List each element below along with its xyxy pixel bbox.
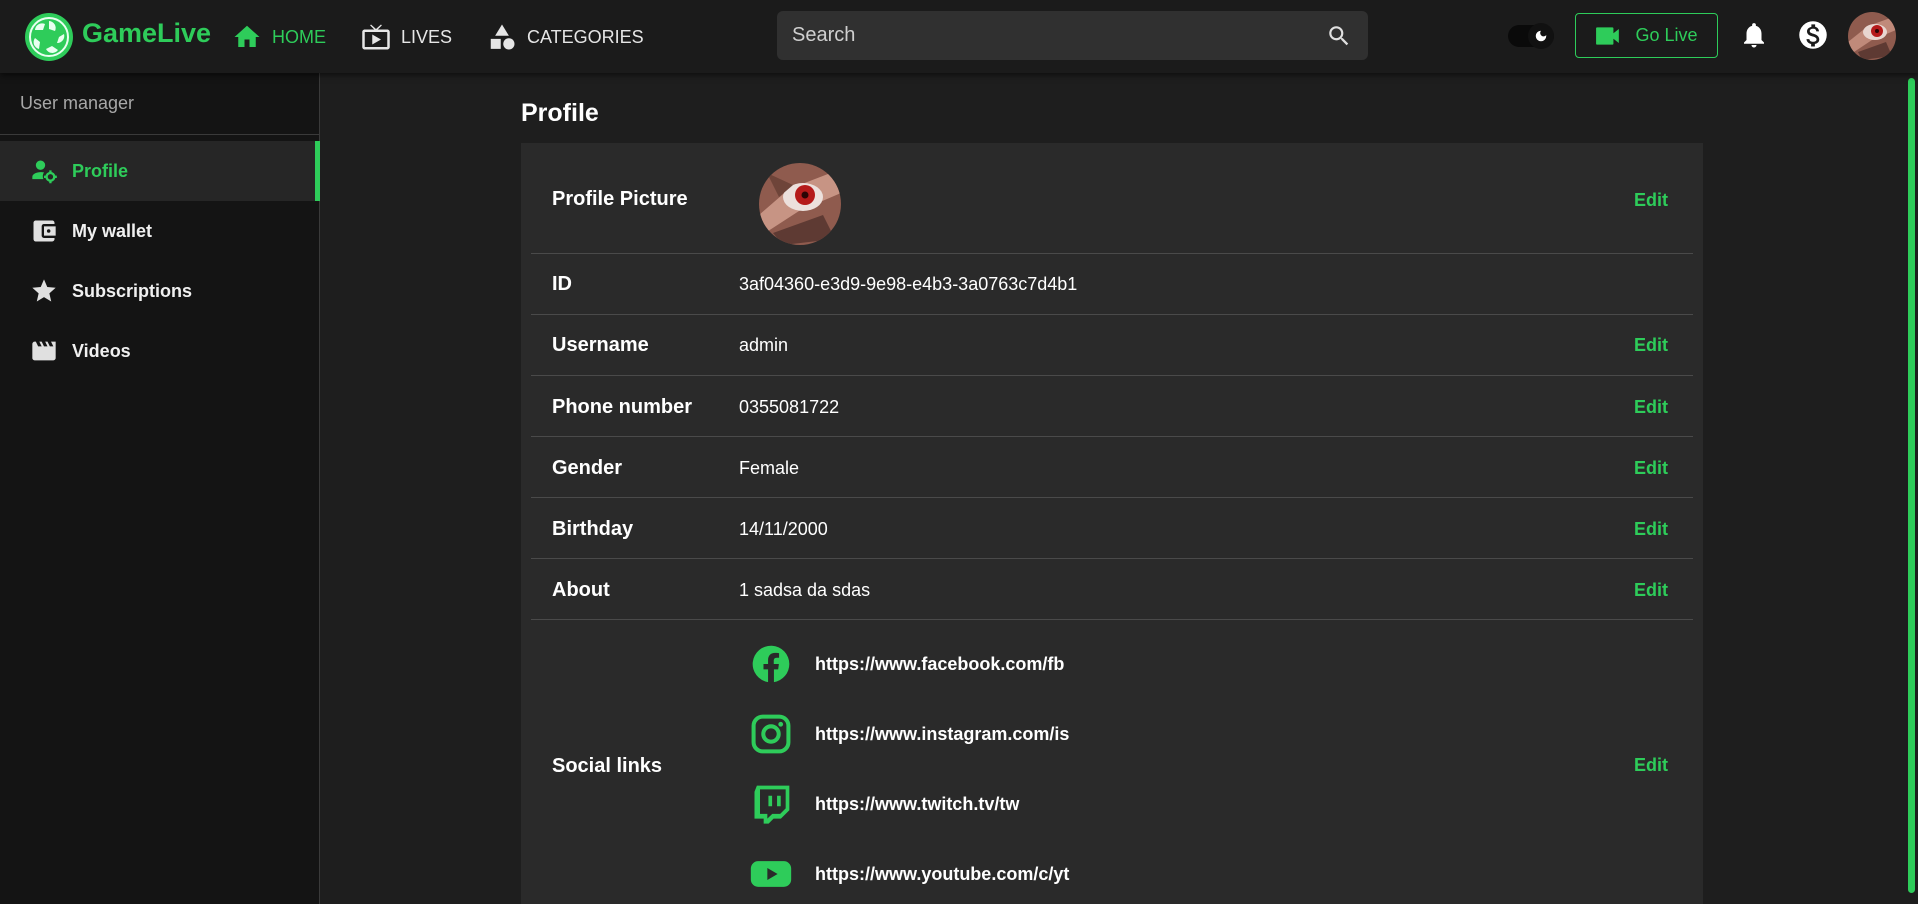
social-links-row: Social links https://www.facebook.com/fb… [531,620,1693,904]
go-live-button[interactable]: Go Live [1575,13,1718,58]
bell-icon[interactable] [1739,20,1769,50]
edit-profile-picture-link[interactable]: Edit [1634,190,1668,211]
sidebar-item-videos[interactable]: Videos [0,321,320,381]
phone-value: 0355081722 [739,397,840,417]
sidebar-item-wallet[interactable]: My wallet [0,201,320,261]
social-link-instagram[interactable]: https://www.instagram.com/is [749,711,1069,757]
search-icon[interactable] [1326,23,1352,49]
sidebar-divider [0,134,320,135]
search-bar [777,11,1368,60]
page-title: Profile [521,99,599,127]
gamelive-logo-icon[interactable] [24,12,74,62]
facebook-icon [752,645,790,683]
profile-card: Profile Picture Edit ID 3af04360-e3d9-9e… [521,143,1703,904]
social-link-facebook[interactable]: https://www.facebook.com/fb [749,641,1064,687]
edit-username-link[interactable]: Edit [1634,335,1668,356]
birthday-label: Birthday [552,518,634,540]
tv-icon [362,24,390,50]
clapperboard-icon [32,341,56,361]
nav-lives-label: LIVES [401,26,453,47]
sidebar-item-subscriptions[interactable]: Subscriptions [0,261,320,321]
sidebar-item-label: My wallet [72,220,153,241]
nav-home-label: HOME [272,26,326,47]
id-label: ID [552,273,572,295]
sidebar-title: User manager [20,93,135,113]
social-link-twitch[interactable]: https://www.twitch.tv/tw [749,781,1019,827]
profile-picture[interactable] [759,163,841,245]
nav-categories[interactable]: CATEGORIES [487,22,644,52]
gender-label: Gender [552,457,623,479]
sidebar-item-label: Videos [72,340,131,361]
birthday-value: 14/11/2000 [739,519,828,539]
user-gear-icon [32,160,57,184]
sidebar: User manager Profile My wallet Subscript… [0,73,320,904]
edit-gender-link[interactable]: Edit [1634,458,1668,479]
youtube-url: https://www.youtube.com/c/yt [815,863,1070,884]
edit-about-link[interactable]: Edit [1634,580,1668,601]
search-input[interactable] [777,11,1317,60]
about-value: 1 sadsa da sdas [739,580,871,600]
twitch-url: https://www.twitch.tv/tw [815,793,1020,814]
sidebar-item-label: Profile [72,160,129,181]
phone-row: Phone number 0355081722 Edit [531,376,1693,437]
birthday-row: Birthday 14/11/2000 Edit [531,498,1693,559]
instagram-icon [751,714,791,754]
edit-phone-link[interactable]: Edit [1634,397,1668,418]
shapes-icon [490,24,515,50]
twitch-icon [754,785,790,824]
user-avatar[interactable] [1848,12,1896,60]
moon-icon [1528,23,1554,49]
username-value: admin [739,335,789,355]
brand-name[interactable]: GameLive [82,18,211,49]
edit-social-links-link[interactable]: Edit [1634,755,1668,776]
gender-value: Female [739,458,800,478]
profile-picture-label: Profile Picture [552,188,688,210]
profile-picture-row: Profile Picture Edit [531,143,1693,254]
id-value: 3af04360-e3d9-9e98-e4b3-3a0763c7d4b1 [739,274,1078,294]
sidebar-item-label: Subscriptions [72,280,193,301]
phone-label: Phone number [552,396,693,418]
home-icon [234,25,260,47]
sidebar-item-profile[interactable]: Profile [0,141,320,201]
youtube-icon [750,861,792,887]
top-navbar: GameLive HOME LIVES CATEGORIES Go Live [0,0,1918,73]
username-label: Username [552,334,649,356]
video-camera-icon [1596,26,1620,45]
edit-birthday-link[interactable]: Edit [1634,519,1668,540]
id-row: ID 3af04360-e3d9-9e98-e4b3-3a0763c7d4b1 [531,254,1693,315]
nav-lives[interactable]: LIVES [361,22,452,52]
nav-home[interactable]: HOME [232,22,326,52]
go-live-label: Go Live [1635,25,1698,45]
instagram-url: https://www.instagram.com/is [815,723,1070,744]
wallet-icon [33,220,56,242]
social-link-youtube[interactable]: https://www.youtube.com/c/yt [749,851,1069,897]
dark-mode-toggle[interactable] [1508,23,1554,49]
about-row: About 1 sadsa da sdas Edit [531,559,1693,620]
star-icon [32,279,56,302]
dollar-coin-icon[interactable] [1798,20,1828,50]
about-label: About [552,579,610,601]
social-links-label: Social links [552,755,663,777]
username-row: Username admin Edit [531,315,1693,376]
nav-categories-label: CATEGORIES [527,26,644,47]
gender-row: Gender Female Edit [531,437,1693,498]
facebook-url: https://www.facebook.com/fb [815,653,1065,674]
scrollbar[interactable] [1908,78,1915,893]
